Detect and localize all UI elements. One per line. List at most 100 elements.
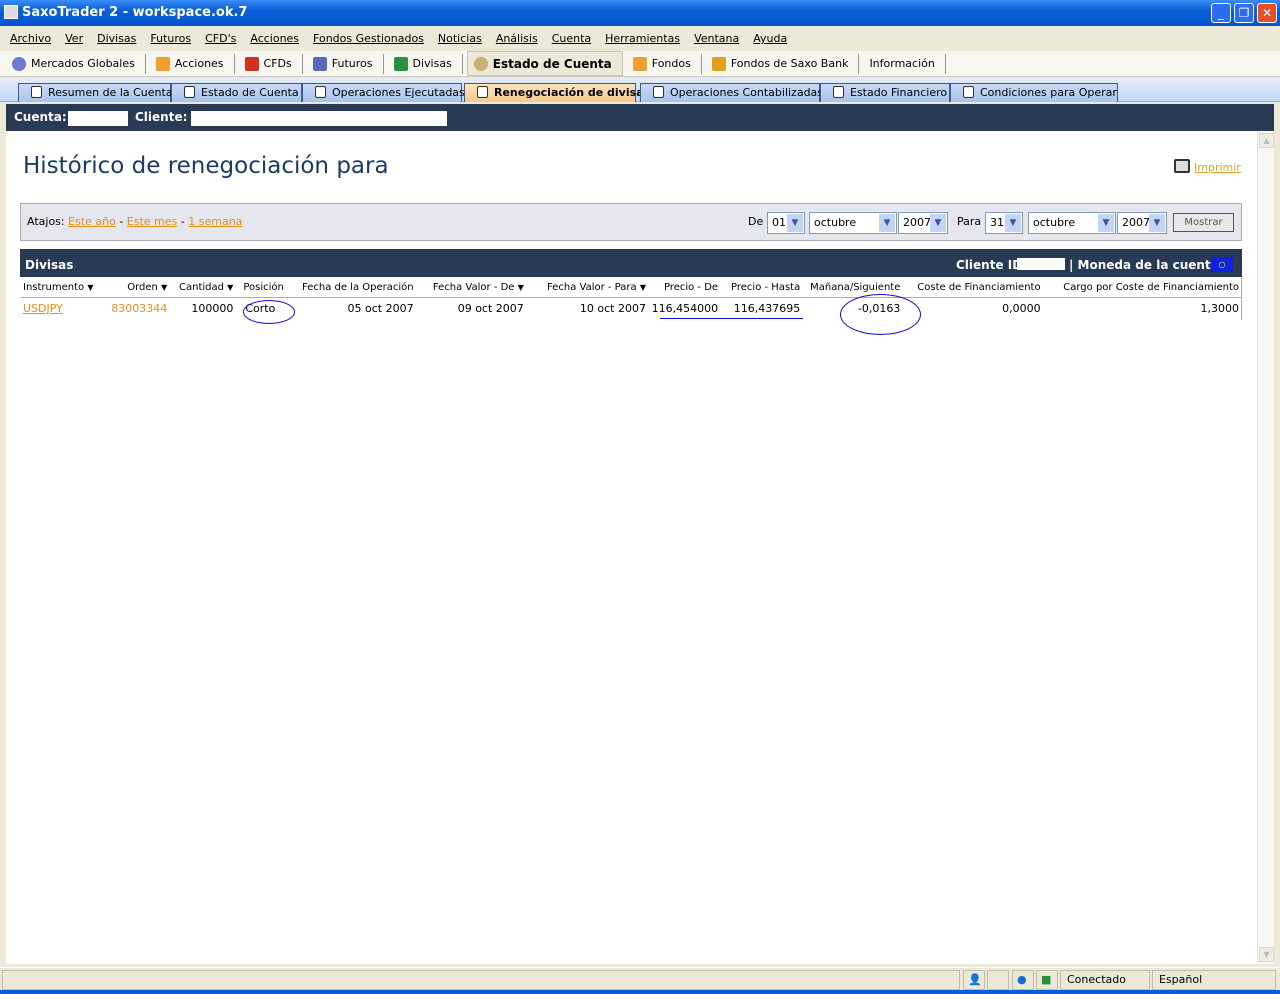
col-label: Instrumento (23, 281, 85, 293)
menu-fondos-gestionados[interactable]: Fondos Gestionados (305, 26, 430, 51)
lock-icon: ■ (1036, 970, 1058, 990)
col-cantidad[interactable]: Cantidad ▼ (169, 278, 236, 298)
page-title: Histórico de renegociación para (23, 153, 389, 179)
close-button[interactable]: ✕ (1257, 3, 1277, 23)
chevron-down-icon: ▼ (1098, 214, 1114, 232)
from-year-select[interactable]: 2007 ▼ (898, 212, 948, 234)
tab-operaciones-ejecutadas[interactable]: Operaciones Ejecutadas (302, 83, 465, 102)
menu-analisis[interactable]: Análisis (488, 26, 544, 51)
sort-caret-icon: ▼ (161, 282, 168, 292)
network-icon: ● (1012, 970, 1034, 990)
tab-estado-financiero[interactable]: Estado Financiero (820, 83, 950, 102)
tab-label: Operaciones Ejecutadas (332, 86, 465, 99)
menu-noticias[interactable]: Noticias (430, 26, 488, 51)
restore-button[interactable]: ❐ (1234, 3, 1254, 23)
tab-condiciones-operar[interactable]: Condiciones para Operar (950, 83, 1118, 102)
tab-label: Condiciones para Operar (980, 86, 1117, 99)
document-icon (184, 86, 195, 98)
toolbar-fondos-saxo-bank[interactable]: Fondos de Saxo Bank (706, 53, 860, 74)
col-instrumento[interactable]: Instrumento ▼ (21, 278, 112, 298)
connection-status: Conectado (1060, 970, 1150, 990)
instrument-link[interactable]: USDJPY (23, 302, 63, 315)
vertical-scrollbar[interactable]: ▲ ▼ (1257, 131, 1274, 964)
toolbar-label: CFDs (263, 57, 292, 70)
menu-cuenta[interactable]: Cuenta (544, 26, 597, 51)
col-label: Fecha Valor - De (432, 281, 515, 293)
shortcut-este-mes[interactable]: Este mes (127, 215, 177, 228)
menu-cfds[interactable]: CFD's (197, 26, 242, 51)
mostrar-button[interactable]: Mostrar (1173, 213, 1234, 232)
cliente-label: Cliente: (135, 110, 188, 124)
menu-ayuda[interactable]: Ayuda (745, 26, 793, 51)
menu-ver[interactable]: Ver (57, 26, 89, 51)
select-value: 31 (990, 216, 1004, 229)
menu-divisas[interactable]: Divisas (89, 26, 142, 51)
tab-bar: Resumen de la Cuenta Estado de Cuenta Op… (0, 78, 1280, 102)
toolbar-mercados-globales[interactable]: Mercados Globales (6, 53, 146, 74)
scroll-down-button[interactable]: ▼ (1259, 947, 1274, 962)
cell-orden: 83003344 (111, 301, 168, 315)
tab-operaciones-contabilizadas[interactable]: Operaciones Contabilizadas (640, 83, 823, 102)
from-month-select[interactable]: octubre ▼ (809, 212, 897, 234)
menu-herramientas[interactable]: Herramientas (597, 26, 686, 51)
scroll-up-button[interactable]: ▲ (1259, 133, 1274, 148)
minimize-button[interactable]: _ (1211, 3, 1231, 23)
toolbar-acciones[interactable]: Acciones (150, 53, 235, 74)
annotation-underline (660, 318, 803, 319)
menu-acciones[interactable]: Acciones (242, 26, 305, 51)
eu-flag-icon: ○ (1211, 257, 1233, 272)
annotation-circle (243, 300, 295, 324)
to-year-select[interactable]: 2007 ▼ (1117, 212, 1167, 234)
tab-renegociacion-divisas[interactable]: Renegociación de divisas (464, 83, 650, 102)
cell-precio-de: 116,454000 (651, 301, 719, 315)
menu-archivo[interactable]: Archivo (0, 26, 57, 51)
toolbar-informacion[interactable]: Información (863, 53, 946, 74)
cell-cantidad: 100000 (191, 301, 234, 315)
select-value: 2007 (1122, 216, 1150, 229)
toolbar-cfds[interactable]: CFDs (239, 53, 303, 74)
print-link[interactable]: Imprimir (1194, 161, 1241, 174)
col-label: Fecha Valor - Para (547, 281, 637, 293)
tab-label: Renegociación de divisas (494, 86, 651, 99)
cell-fecha-valor-de: 09 oct 2007 (457, 301, 524, 315)
window-bottom-border (0, 990, 1280, 994)
to-day-select[interactable]: 31 ▼ (985, 212, 1023, 234)
cliente-id-value (1017, 258, 1065, 270)
chevron-down-icon: ▼ (1149, 214, 1165, 232)
tab-estado-cuenta[interactable]: Estado de Cuenta (171, 83, 302, 102)
col-fecha-valor-de[interactable]: Fecha Valor - De ▼ (415, 278, 526, 298)
menu-futuros[interactable]: Futuros (142, 26, 197, 51)
from-day-select[interactable]: 01 ▼ (767, 212, 805, 234)
to-month-select[interactable]: octubre ▼ (1028, 212, 1116, 234)
atajos-label: Atajos: (27, 215, 65, 228)
document-icon (477, 86, 488, 98)
printer-icon[interactable] (1174, 159, 1190, 173)
col-fecha-valor-para[interactable]: Fecha Valor - Para ▼ (525, 278, 648, 298)
shortcut-1-semana[interactable]: 1 semana (188, 215, 242, 228)
table-border (1241, 278, 1242, 320)
language-status: Español (1152, 970, 1276, 990)
menu-bar: Archivo Ver Divisas Futuros CFD's Acciones Fon… (0, 26, 1280, 51)
tab-resumen-cuenta[interactable]: Resumen de la Cuenta (18, 83, 173, 102)
user-icon (963, 86, 974, 98)
shortcut-este-ano[interactable]: Este año (68, 215, 116, 228)
toolbar-futuros[interactable]: Futuros (307, 53, 384, 74)
select-value: 01 (772, 216, 786, 229)
user-icon (833, 86, 844, 98)
annotation-circle (840, 294, 921, 335)
menu-ventana[interactable]: Ventana (686, 26, 745, 51)
col-posicion: Posición (235, 278, 296, 298)
col-orden[interactable]: Orden ▼ (111, 278, 170, 298)
toolbar-fondos[interactable]: Fondos (627, 53, 702, 74)
toolbar-divisas[interactable]: Divisas (388, 53, 463, 74)
sort-caret-icon: ▼ (87, 282, 94, 292)
chevron-down-icon: ▼ (879, 214, 895, 232)
tab-label: Resumen de la Cuenta (48, 86, 173, 99)
cliente-value (191, 111, 447, 126)
status-panel (987, 970, 1009, 990)
toolbar-estado-de-cuenta[interactable]: Estado de Cuenta (466, 51, 623, 76)
sort-caret-icon: ▼ (227, 282, 234, 292)
separator: - (180, 215, 185, 228)
select-value: octubre (1033, 216, 1076, 229)
toolbar-label: Fondos (651, 57, 691, 70)
